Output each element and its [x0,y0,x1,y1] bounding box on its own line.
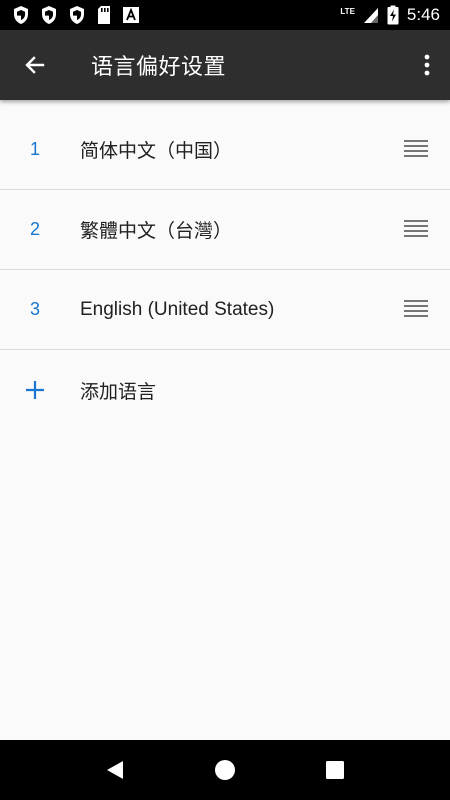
system-icons: LTE 5:46 [340,5,440,25]
nav-home-button[interactable] [195,740,255,800]
language-index: 2 [29,219,40,239]
system-nav-bar [0,740,450,800]
shield-icon [70,6,84,24]
drag-handle-icon[interactable] [404,219,428,240]
drag-handle-icon[interactable] [404,139,428,160]
drag-handle-icon[interactable] [404,299,428,320]
language-index: 1 [29,139,40,159]
signal-icon [363,8,378,23]
plus-icon [0,379,70,401]
overflow-menu-button[interactable] [404,30,450,100]
language-item[interactable]: 3 English (United States) [0,270,450,350]
back-triangle-icon [107,761,123,779]
add-language-button[interactable]: 添加语言 [0,350,450,430]
language-label: 繁體中文（台灣） [80,220,233,242]
arrow-back-icon [25,56,45,74]
font-a-icon [123,7,139,23]
clock: 5:46 [406,5,440,24]
page-title: 语言偏好设置 [91,55,227,80]
add-language-label: 添加语言 [80,380,157,403]
sd-card-icon [98,6,110,24]
home-circle-icon [215,760,235,780]
language-index: 3 [29,299,40,319]
status-bar: LTE 5:46 [0,0,450,30]
language-label: 简体中文（中国） [80,140,233,162]
language-list: 1 简体中文（中国） 2 繁體中文（台灣） 3 English (United … [0,110,450,350]
shield-icon [14,6,28,24]
battery-charging-icon [387,5,399,25]
app-toolbar: 语言偏好设置 [0,30,450,100]
network-type: LTE [340,6,355,16]
nav-back-button[interactable] [85,740,145,800]
shield-icon [42,6,56,24]
notification-icons [12,5,140,25]
language-label: English (United States) [80,298,275,320]
language-item[interactable]: 1 简体中文（中国） [0,110,450,190]
language-item[interactable]: 2 繁體中文（台灣） [0,190,450,270]
more-vert-icon [424,54,430,76]
back-button[interactable] [0,30,70,100]
recents-square-icon [326,761,344,779]
nav-recents-button[interactable] [305,740,365,800]
